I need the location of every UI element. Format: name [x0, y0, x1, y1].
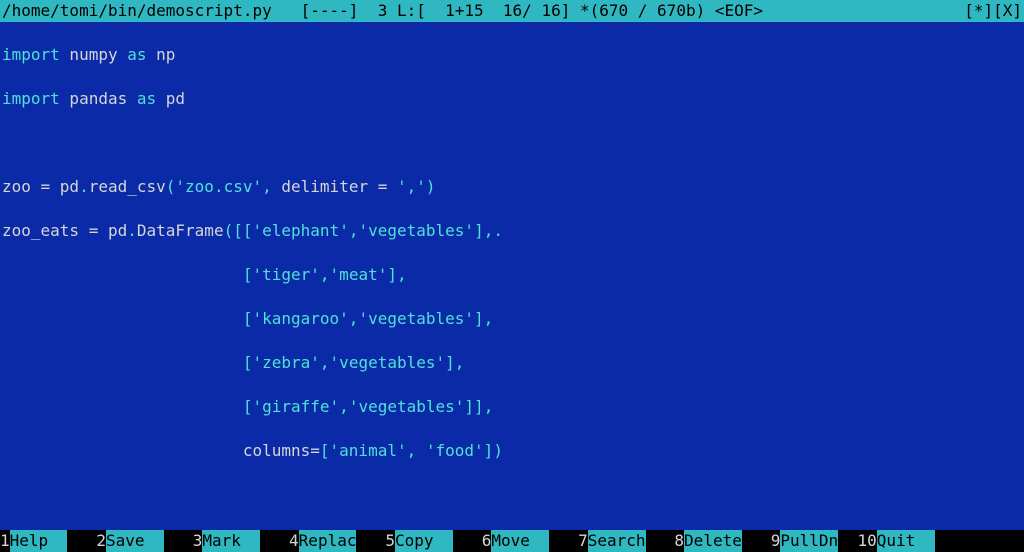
fn-pulldn[interactable]: 9PullDn	[771, 530, 838, 552]
close-button[interactable]: [X]	[993, 0, 1022, 22]
editor-titlebar: /home/tomi/bin/demoscript.py [----] 3 L:…	[0, 0, 1024, 22]
fn-mark[interactable]: 3Mark	[193, 530, 260, 552]
fn-quit[interactable]: 10Quit	[857, 530, 934, 552]
code-text: pd	[156, 89, 185, 108]
fn-help[interactable]: 1Help	[0, 530, 67, 552]
keyword-as: as	[127, 45, 146, 64]
fn-save[interactable]: 2Save	[96, 530, 163, 552]
code-text: numpy	[60, 45, 127, 64]
keyword-as: as	[137, 89, 156, 108]
code-line: columns=['animal', 'food'])	[2, 440, 1022, 462]
code-line: ['kangaroo','vegetables'],	[2, 308, 1022, 330]
code-line: zoo = pd.read_csv('zoo.csv', delimiter =…	[2, 176, 1022, 198]
code-line: ['zebra','vegetables'],	[2, 352, 1022, 374]
eof-indicator: <EOF>	[715, 0, 763, 22]
code-line: ['giraffe','vegetables']],	[2, 396, 1022, 418]
cursor-position: 3 L:[ 1+15 16/ 16]	[378, 0, 571, 22]
fn-search[interactable]: 7Search	[578, 530, 645, 552]
code-text: np	[147, 45, 176, 64]
keyword-import: import	[2, 45, 60, 64]
code-line: zoo_eats = pd.DataFrame([['elephant','ve…	[2, 220, 1022, 242]
code-text: pandas	[60, 89, 137, 108]
keyword-import: import	[2, 89, 60, 108]
code-line: ['tiger','meat'],	[2, 264, 1022, 286]
fn-replace[interactable]: 4Replac	[289, 530, 356, 552]
modified-indicator: [*]	[964, 0, 993, 22]
fn-delete[interactable]: 8Delete	[674, 530, 741, 552]
fn-copy[interactable]: 5Copy	[385, 530, 452, 552]
fn-move[interactable]: 6Move	[482, 530, 549, 552]
function-key-bar: 1Help 2Save 3Mark 4Replac 5Copy 6Move 7S…	[0, 530, 1024, 552]
file-path: /home/tomi/bin/demoscript.py	[2, 0, 272, 22]
byte-counter: *(670 / 670b)	[580, 0, 705, 22]
file-flags: [----]	[301, 0, 359, 22]
editor-area[interactable]: import numpy as np import pandas as pd z…	[0, 22, 1024, 530]
